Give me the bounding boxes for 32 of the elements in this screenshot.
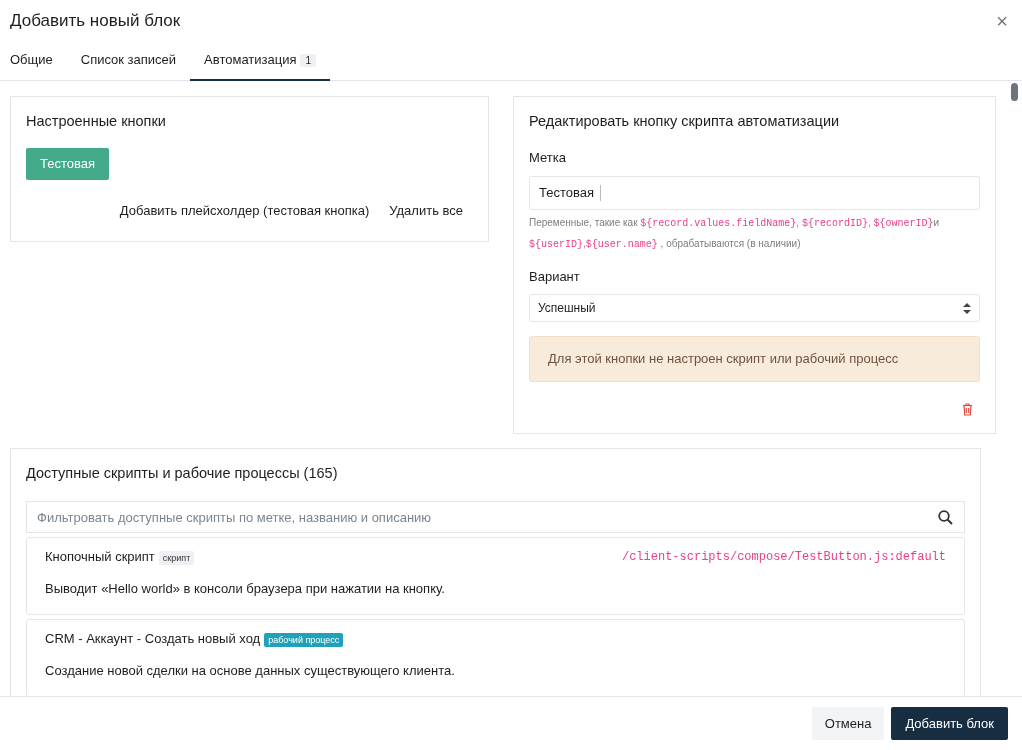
sort-caret-icon xyxy=(963,302,971,314)
script-list-item[interactable]: Кнопочный скрипт скрипт /client-scripts/compose/TestButton.js:default Выводит «Hello world» в консоли браузера при нажатии на кнопку. xyxy=(26,537,965,615)
script-name: Кнопочный скрипт xyxy=(45,549,155,564)
script-path: /client-scripts/compose/TestButton.js:default xyxy=(621,548,946,566)
trash-icon[interactable] xyxy=(962,402,973,416)
script-description: Создание новой сделки на основе данных существующего клиента. xyxy=(45,661,456,680)
script-description: Выводит «Hello world» в консоли браузера при нажатии на кнопку. xyxy=(45,579,446,598)
close-button[interactable]: × xyxy=(992,11,1012,31)
delete-all-link[interactable]: Удалить все xyxy=(379,200,473,221)
field-label: Вариант xyxy=(529,267,581,286)
add-placeholder-link[interactable]: Добавить плейсхолдер (тестовая кнопка) xyxy=(109,200,380,221)
variables-hint: Переменные, такие как ${record.values.fieldName}, ${recordID}, ${ownerID}и ${userID},${user.name} , обрабатываются (в наличии) xyxy=(529,215,941,252)
field-label: Метка xyxy=(529,149,567,168)
warning-alert: Для этой кнопки не настроен скрипт или рабочий процесс xyxy=(529,336,980,382)
tab[interactable]: Общие xyxy=(0,42,67,81)
type-badge: рабочий процесс xyxy=(264,633,344,647)
panel-title: Настроенные кнопки xyxy=(26,111,167,131)
count-badge: 1 xyxy=(300,54,317,67)
tab[interactable]: Автоматизация 1 xyxy=(190,42,331,81)
panel-title: Доступные скрипты и рабочие процессы (165) xyxy=(26,464,339,484)
modal-title: Добавить новый блок xyxy=(10,10,181,32)
search-icon[interactable] xyxy=(938,510,953,525)
cancel-button[interactable]: Отмена xyxy=(811,706,885,741)
label-input-field[interactable]: Тестовая xyxy=(529,175,980,210)
filter-search-field[interactable]: Фильтровать доступные скрипты по метке, названию и описанию xyxy=(26,501,965,533)
add-block-button[interactable]: Добавить блок xyxy=(891,706,1008,741)
tab[interactable]: Список записей xyxy=(66,42,191,81)
variant-select[interactable]: Успешный xyxy=(529,294,980,323)
script-name: CRM - Аккаунт - Создать новый ход xyxy=(45,631,261,646)
scrollbar-thumb[interactable] xyxy=(1010,82,1018,101)
panel-title: Редактировать кнопку скрипта автоматизации xyxy=(529,111,841,131)
type-badge: скрипт xyxy=(158,551,195,565)
